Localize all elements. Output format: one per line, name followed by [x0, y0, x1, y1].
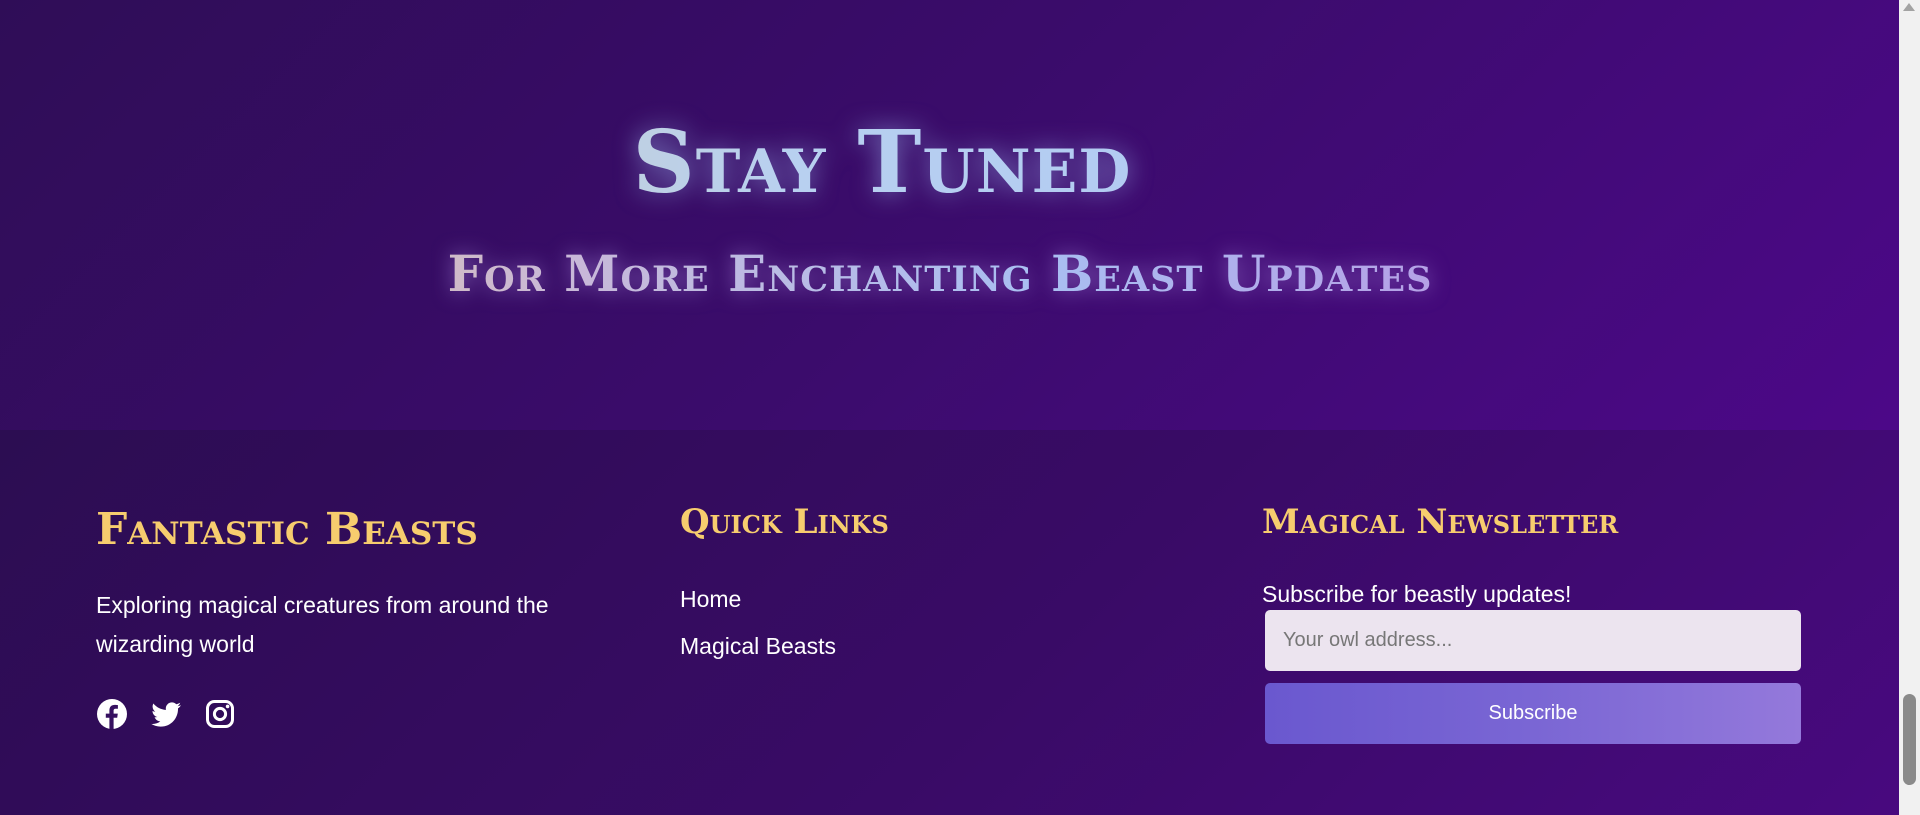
vertical-scrollbar[interactable]: [1899, 0, 1920, 815]
twitter-icon[interactable]: [150, 698, 182, 730]
facebook-icon[interactable]: [96, 698, 128, 730]
brand-title: Fantastic Beasts: [96, 504, 478, 555]
scroll-up-arrow-icon[interactable]: [1903, 3, 1915, 11]
link-magical-beasts[interactable]: Magical Beasts: [680, 623, 836, 670]
page: Stay Tuned For More Enchanting Beast Upd…: [0, 0, 1899, 815]
social-links: [96, 698, 236, 730]
subscribe-button[interactable]: Subscribe: [1265, 683, 1801, 744]
owl-address-input[interactable]: [1265, 610, 1801, 671]
hero-title: Stay Tuned: [0, 112, 1764, 213]
hero-section: Stay Tuned For More Enchanting Beast Upd…: [0, 0, 1899, 430]
hero-subtitle: For More Enchanting Beast Updates: [0, 244, 1880, 303]
scroll-thumb[interactable]: [1903, 694, 1916, 785]
newsletter-text: Subscribe for beastly updates!: [1262, 581, 1572, 607]
quick-links-title: Quick Links: [680, 502, 889, 542]
brand-description: Exploring magical creatures from around …: [96, 592, 549, 657]
link-home[interactable]: Home: [680, 576, 836, 623]
newsletter-title: Magical Newsletter: [1262, 502, 1619, 542]
quick-links-list: Home Magical Beasts: [680, 576, 836, 670]
instagram-icon[interactable]: [204, 698, 236, 730]
footer: Fantastic Beasts Exploring magical creat…: [0, 430, 1899, 815]
